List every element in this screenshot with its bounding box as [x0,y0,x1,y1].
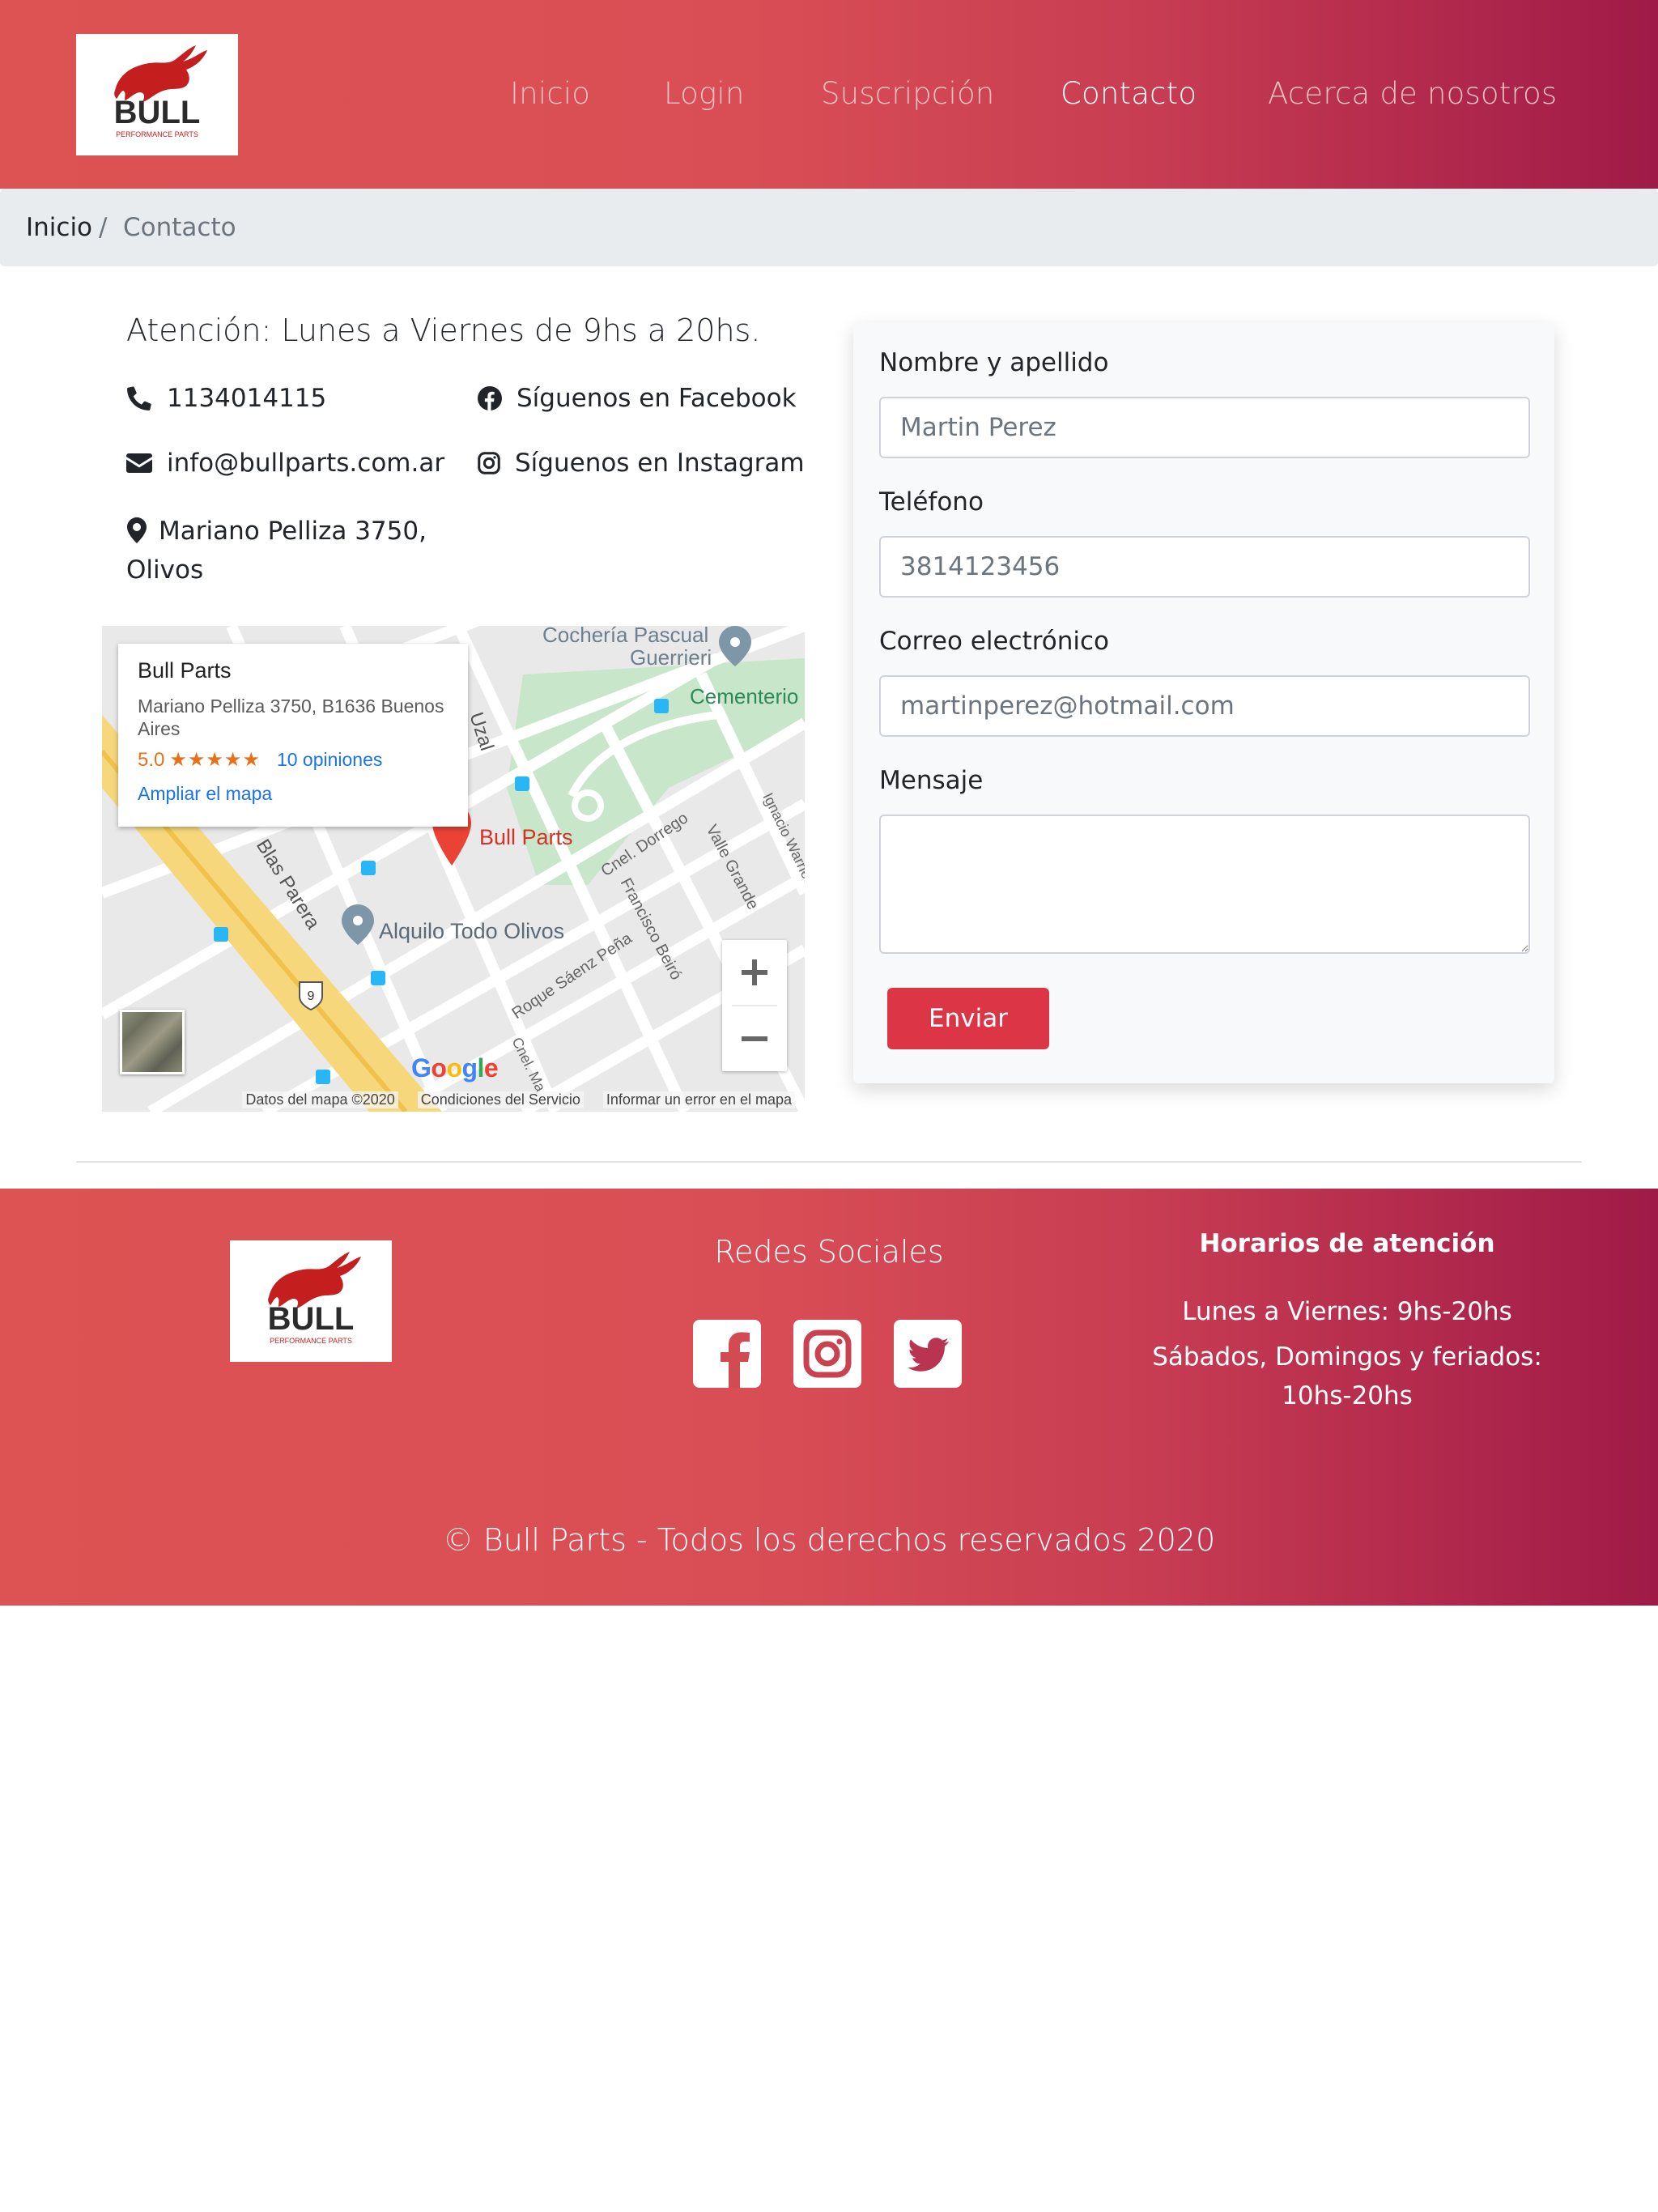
facebook-icon [693,1320,761,1388]
submit-button[interactable]: Enviar [887,988,1049,1049]
facebook-text: Síguenos en Facebook [517,384,797,413]
minus-icon [742,1036,767,1041]
envelope-icon [126,453,152,473]
hours-weekend: Sábados, Domingos y feriados: 10hs-20hs [1152,1342,1542,1410]
main-nav: Inicio Login Suscripción Contacto Acerca… [0,0,1658,189]
svg-text:Cementerio: Cementerio [690,684,798,708]
nav-item-suscripcion[interactable]: Suscripción [821,76,994,111]
map-place-name: Bull Parts [138,658,232,683]
copyright-text: © Bull Parts - Todos los derechos reserv… [442,1522,1216,1558]
nav-item-acerca[interactable]: Acerca de nosotros [1268,76,1557,111]
satellite-toggle[interactable] [120,1010,185,1074]
svg-text:Cochería Pascual: Cochería Pascual [542,626,708,647]
breadcrumb-home[interactable]: Inicio [26,213,92,242]
email-label: Correo electrónico [879,627,1110,656]
phone-label: Teléfono [879,487,984,517]
plus-icon [742,959,767,985]
instagram-icon [793,1320,861,1388]
zoom-out-button[interactable] [722,1006,787,1071]
message-label: Mensaje [879,766,984,795]
map-enlarge-link[interactable]: Ampliar el mapa [138,783,449,805]
map-place-address: Mariano Pelliza 3750, B1636 Buenos Aires [138,696,444,739]
contact-form: Nombre y apellido Teléfono Correo electr… [853,322,1554,1083]
instagram-icon [478,452,500,474]
instagram-square-link[interactable] [793,1320,861,1388]
name-label: Nombre y apellido [879,348,1109,377]
breadcrumb-separator: / [99,213,108,242]
facebook-link[interactable]: Síguenos en Facebook [478,384,797,413]
svg-text:BULL: BULL [268,1301,355,1337]
phone-item[interactable]: 1134014115 [126,384,326,413]
facebook-square-link[interactable] [693,1320,761,1388]
map-data-credit: Datos del mapa ©2020 [242,1091,398,1108]
map-footer: Datos del mapa ©2020 Condiciones del Ser… [102,1087,805,1112]
google-logo: Google [411,1053,499,1083]
message-textarea[interactable] [879,815,1530,954]
social-icons [693,1320,962,1388]
twitter-square-link[interactable] [894,1320,962,1388]
facebook-circle-icon [478,386,502,410]
email-text: info@bullparts.com.ar [167,449,445,478]
svg-text:9: 9 [308,989,315,1003]
site-footer: BULL PERFORMANCE PARTS Redes Sociales Ho… [0,1189,1658,1606]
address-text: Mariano Pelliza 3750, Olivos [126,517,427,585]
map-terms-link[interactable]: Condiciones del Servicio [417,1091,584,1108]
map-rating-row: 5.0 ★★★★★ 10 opiniones [138,748,449,772]
attention-hours-title: Atención: Lunes a Viernes de 9hs a 20hs. [126,313,761,348]
map-place-card: Bull Parts Mariano Pelliza 3750, B1636 B… [118,644,468,827]
hours-title: Horarios de atención [1199,1229,1495,1258]
nav-item-contacto[interactable]: Contacto [1061,76,1197,111]
phone-icon [127,386,151,410]
site-header: BULL PERFORMANCE PARTS Inicio Login Susc… [0,0,1658,189]
phone-input[interactable] [879,536,1530,598]
breadcrumb-current: Contacto [123,213,236,242]
star-rating-icon: ★★★★★ [169,749,261,771]
embedded-map[interactable]: 9 Bull Parts Alquilo Todo Olivos Cocherí… [102,626,805,1112]
zoom-in-button[interactable] [722,940,787,1005]
hours-weekdays: Lunes a Viernes: 9hs-20hs [1182,1297,1512,1326]
breadcrumb: Inicio / Contacto [0,189,1658,266]
twitter-icon [894,1320,962,1388]
svg-text:Guerrieri: Guerrieri [630,645,712,670]
instagram-text: Síguenos en Instagram [515,449,805,478]
email-item[interactable]: info@bullparts.com.ar [126,449,444,478]
map-report-link[interactable]: Informar un error en el mapa [602,1091,795,1108]
svg-text:Alquilo Todo Olivos: Alquilo Todo Olivos [379,919,564,943]
email-input[interactable] [879,675,1530,737]
map-reviews-link[interactable]: 10 opiniones [277,749,382,771]
nav-item-inicio[interactable]: Inicio [510,76,590,111]
svg-text:PERFORMANCE PARTS: PERFORMANCE PARTS [270,1337,352,1345]
map-zoom-control [722,940,787,1071]
section-divider [76,1161,1582,1163]
svg-text:Bull Parts: Bull Parts [479,825,573,849]
instagram-link[interactable]: Síguenos en Instagram [478,449,805,478]
phone-text: 1134014115 [167,384,327,413]
nav-item-login[interactable]: Login [664,76,745,111]
map-rating-score: 5.0 [138,748,165,771]
name-input[interactable] [879,397,1530,458]
